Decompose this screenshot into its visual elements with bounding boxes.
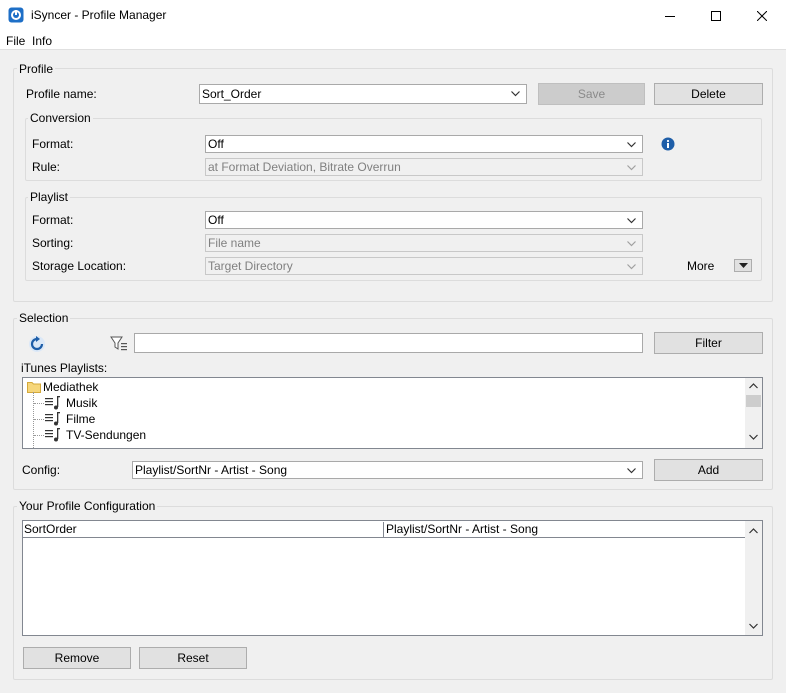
playlist-tree[interactable]: Mediathek Musik Filme TV-Sendungen <box>22 377 763 449</box>
profile-group-label: Profile <box>17 62 56 76</box>
tree-item-label: Filme <box>66 412 96 426</box>
playlist-format-combo[interactable]: Off <box>205 211 643 229</box>
app-logo-icon <box>8 7 24 23</box>
chevron-down-icon[interactable] <box>749 434 758 440</box>
chevron-down-icon <box>511 91 520 97</box>
playlist-storage-value: Target Directory <box>208 259 293 273</box>
add-button[interactable]: Add <box>654 459 763 481</box>
config-value: Playlist/SortNr - Artist - Song <box>135 463 288 477</box>
config-label: Config: <box>22 463 61 477</box>
tree-scrollbar[interactable] <box>745 378 762 448</box>
delete-button[interactable]: Delete <box>654 83 763 105</box>
reset-button[interactable]: Reset <box>139 647 247 669</box>
playlist-icon <box>45 412 60 426</box>
more-label: More <box>687 259 715 273</box>
more-toggle-button[interactable] <box>734 259 752 272</box>
chevron-down-icon <box>627 218 636 224</box>
filter-icon[interactable] <box>110 335 128 353</box>
playlist-format-label: Format: <box>32 213 74 227</box>
filter-input[interactable] <box>134 333 643 353</box>
refresh-icon[interactable] <box>28 335 46 353</box>
close-icon <box>757 10 767 21</box>
config-table[interactable]: SortOrder Playlist/SortNr - Artist - Son… <box>22 520 763 636</box>
tree-item-label: Mediathek <box>43 380 99 394</box>
chevron-down-icon <box>627 142 636 148</box>
save-button[interactable]: Save <box>538 83 645 105</box>
conversion-rule-value: at Format Deviation, Bitrate Overrun <box>208 160 401 174</box>
chevron-down-icon <box>627 241 636 247</box>
playlist-format-value: Off <box>208 213 224 227</box>
table-cell-name: SortOrder <box>23 522 384 538</box>
table-row[interactable]: SortOrder Playlist/SortNr - Artist - Son… <box>23 521 745 538</box>
itunes-playlists-label: iTunes Playlists: <box>21 361 108 375</box>
chevron-down-icon <box>627 165 636 171</box>
conversion-rule-combo[interactable]: at Format Deviation, Bitrate Overrun <box>205 158 643 176</box>
playlist-icon <box>45 428 60 442</box>
filter-button[interactable]: Filter <box>654 332 763 354</box>
tree-line <box>33 392 34 448</box>
playlist-sorting-label: Sorting: <box>32 236 74 250</box>
tree-line <box>34 435 44 436</box>
minimize-button[interactable] <box>647 0 693 31</box>
conversion-format-value: Off <box>208 137 224 151</box>
conversion-format-combo[interactable]: Off <box>205 135 643 153</box>
profile-name-combo[interactable]: Sort_Order <box>199 84 527 104</box>
tree-line <box>34 403 44 404</box>
playlist-sorting-value: File name <box>208 236 261 250</box>
table-scrollbar[interactable] <box>745 521 762 635</box>
profile-name-value: Sort_Order <box>202 87 262 101</box>
scrollbar-thumb[interactable] <box>746 395 761 407</box>
folder-icon <box>27 382 41 393</box>
your-config-group-label: Your Profile Configuration <box>17 499 158 513</box>
profile-name-label: Profile name: <box>26 87 97 101</box>
window-title: iSyncer - Profile Manager <box>31 8 167 22</box>
conversion-format-label: Format: <box>32 137 74 151</box>
maximize-icon <box>711 10 721 21</box>
tree-line <box>34 419 44 420</box>
selection-group-label: Selection <box>17 311 71 325</box>
playlist-storage-label: Storage Location: <box>32 259 127 273</box>
remove-button[interactable]: Remove <box>23 647 131 669</box>
chevron-up-icon[interactable] <box>749 383 758 389</box>
conversion-rule-label: Rule: <box>32 160 61 174</box>
table-cell-config: Playlist/SortNr - Artist - Song <box>386 522 539 536</box>
chevron-down-icon <box>627 264 636 270</box>
info-icon[interactable] <box>661 137 675 151</box>
chevron-up-icon[interactable] <box>749 528 758 534</box>
chevron-down-icon <box>627 468 636 474</box>
minimize-icon <box>665 15 675 17</box>
close-button[interactable] <box>739 0 785 31</box>
menu-bar <box>0 31 786 50</box>
playlist-group-label: Playlist <box>28 190 71 204</box>
playlist-storage-combo[interactable]: Target Directory <box>205 257 643 275</box>
playlist-sorting-combo[interactable]: File name <box>205 234 643 252</box>
tree-item-label: Musik <box>66 396 98 410</box>
tree-item-label: TV-Sendungen <box>66 428 147 442</box>
config-combo[interactable]: Playlist/SortNr - Artist - Song <box>132 461 643 479</box>
playlist-icon <box>45 396 60 410</box>
maximize-button[interactable] <box>693 0 739 31</box>
conversion-group-label: Conversion <box>28 111 93 125</box>
triangle-down-icon <box>738 263 748 268</box>
menu-file[interactable]: File <box>6 34 25 48</box>
menu-info[interactable]: Info <box>32 34 52 48</box>
chevron-down-icon[interactable] <box>749 623 758 629</box>
